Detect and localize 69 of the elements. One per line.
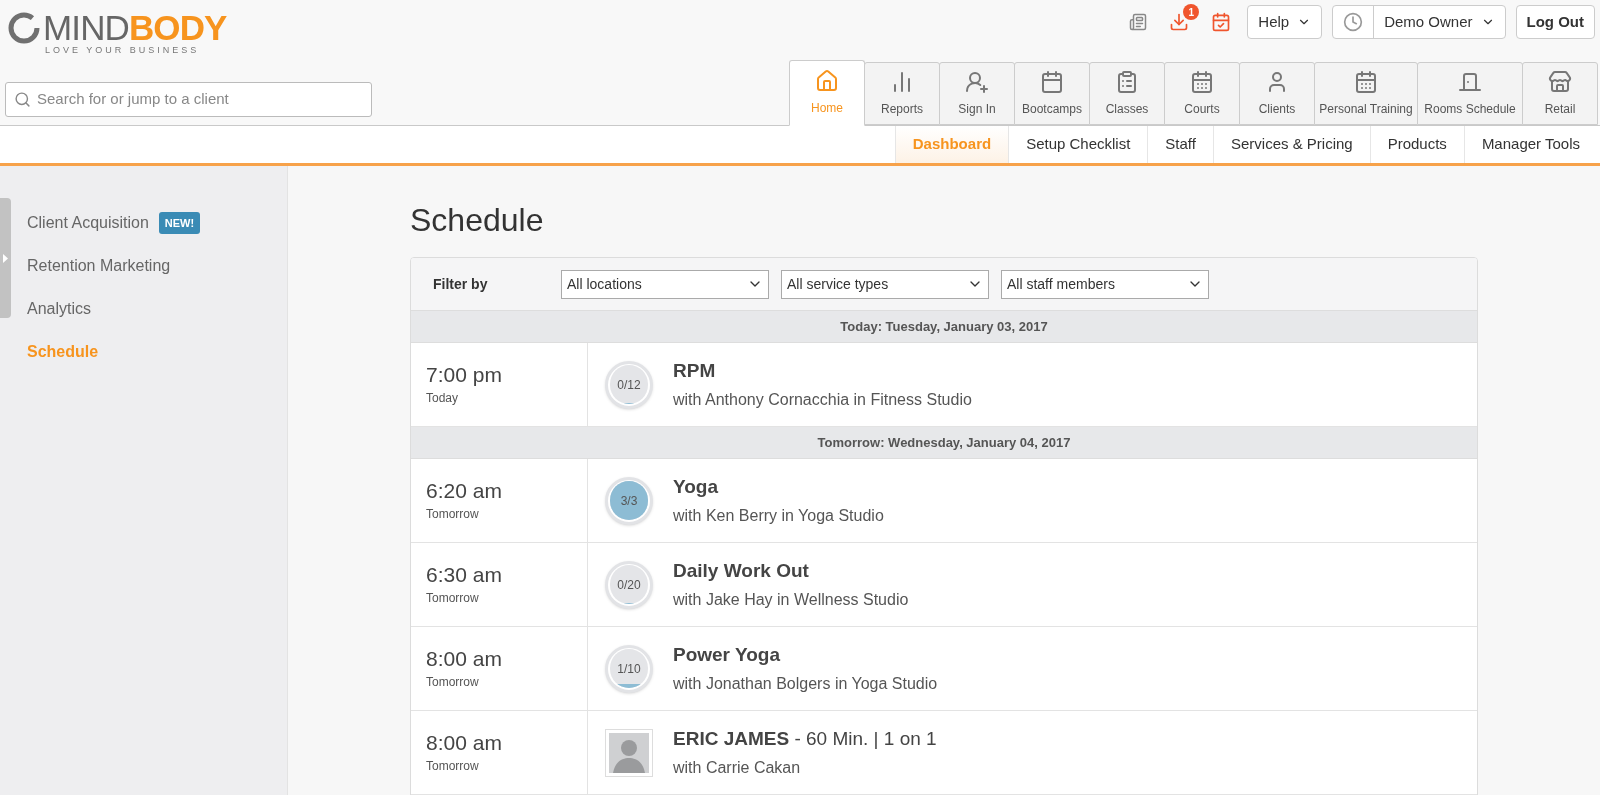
- time-text: 6:20 am: [426, 478, 503, 505]
- help-menu[interactable]: Help: [1247, 5, 1323, 39]
- search-input[interactable]: Search for or jump to a client: [37, 88, 363, 111]
- time-text: 8:00 am: [426, 730, 503, 757]
- day-text: Today: [426, 389, 460, 407]
- filter-select[interactable]: All locations: [561, 269, 769, 299]
- calendar-grid-icon: [1190, 69, 1214, 94]
- filter-label: Filter by: [433, 274, 489, 294]
- nav-tab[interactable]: Reports: [864, 62, 940, 125]
- new-badge: NEW!: [158, 211, 201, 235]
- nav-tab[interactable]: Classes: [1089, 62, 1165, 125]
- day-text: Tomorrow: [426, 673, 480, 691]
- filter-select[interactable]: All staff members: [1001, 269, 1209, 299]
- capacity-count: 3/3: [620, 492, 638, 510]
- nav-tab[interactable]: Retail: [1522, 62, 1598, 125]
- capacity-count: 1/10: [617, 660, 641, 678]
- subnav-link[interactable]: Products: [1369, 126, 1464, 163]
- download-icon[interactable]: [1169, 12, 1190, 32]
- day-text: Tomorrow: [426, 589, 480, 607]
- sidebar-link[interactable]: Analytics: [27, 297, 92, 321]
- calendar-icon: [1040, 69, 1064, 94]
- sidebar-link[interactable]: Retention Marketing: [27, 254, 171, 278]
- nav-tab[interactable]: Bootcamps: [1014, 62, 1090, 125]
- clock-icon: [1343, 12, 1364, 32]
- logo[interactable]: MINDBODY LOVE YOUR BUSINESS: [7, 10, 227, 58]
- time-text: 8:00 am: [426, 646, 503, 673]
- nav-tab[interactable]: Personal Training: [1314, 62, 1418, 125]
- subnav-link[interactable]: Setup Checklist: [1008, 126, 1148, 163]
- list-icon: [1115, 69, 1139, 94]
- class-detail: with Jake Hay in Wellness Studio: [673, 590, 909, 611]
- nav-tab[interactable]: Rooms Schedule: [1417, 62, 1523, 125]
- capacity-count: 0/12: [617, 376, 641, 394]
- date-header: Today: Tuesday, January 03, 2017: [840, 317, 1048, 336]
- calendar-check-icon[interactable]: [1211, 12, 1232, 32]
- capacity-count: 0/20: [617, 576, 641, 594]
- appointment-title[interactable]: ERIC JAMES - 60 Min. | 1 on 1: [673, 724, 937, 754]
- nav-tab[interactable]: Courts: [1164, 62, 1240, 125]
- sidebar-toggle[interactable]: [0, 198, 11, 318]
- day-text: Tomorrow: [426, 505, 480, 523]
- search-field[interactable]: Search for or jump to a client: [5, 82, 372, 117]
- house-icon: [815, 69, 839, 93]
- page-title: Schedule: [410, 204, 545, 236]
- subnav-link[interactable]: Staff: [1147, 126, 1213, 163]
- avatar-placeholder: [605, 728, 653, 777]
- notification-badge: 1: [1183, 4, 1200, 20]
- nav-tab[interactable]: Sign In: [939, 62, 1015, 125]
- sidebar-link[interactable]: Client Acquisition: [27, 211, 149, 235]
- class-title[interactable]: Yoga: [673, 472, 884, 502]
- time-text: 7:00 pm: [426, 362, 503, 389]
- subnav-link[interactable]: Manager Tools: [1463, 126, 1597, 163]
- ring-logo-icon: [7, 10, 41, 45]
- calendar-grid-icon: [1354, 69, 1378, 94]
- logout-button[interactable]: Log Out: [1515, 5, 1595, 39]
- class-detail: with Jonathan Bolgers in Yoga Studio: [673, 674, 938, 695]
- class-title[interactable]: Power Yoga: [673, 640, 938, 670]
- class-detail: with Carrie Cakan: [673, 758, 802, 779]
- class-title[interactable]: RPM: [673, 356, 972, 386]
- nav-tab[interactable]: Clients: [1239, 62, 1315, 125]
- date-header: Tomorrow: Wednesday, January 04, 2017: [817, 433, 1071, 452]
- time-text: 6:30 am: [426, 562, 503, 589]
- class-detail: with Anthony Cornacchia in Fitness Studio: [673, 390, 972, 411]
- day-text: Tomorrow: [426, 757, 480, 775]
- newspaper-icon[interactable]: [1129, 13, 1148, 31]
- caret-right-icon: [3, 253, 8, 263]
- class-title[interactable]: Daily Work Out: [673, 556, 909, 586]
- subnav-link[interactable]: Services & Pricing: [1212, 126, 1370, 163]
- search-icon: [14, 91, 31, 108]
- class-detail: with Ken Berry in Yoga Studio: [673, 506, 884, 527]
- filter-select[interactable]: All service types: [781, 269, 989, 299]
